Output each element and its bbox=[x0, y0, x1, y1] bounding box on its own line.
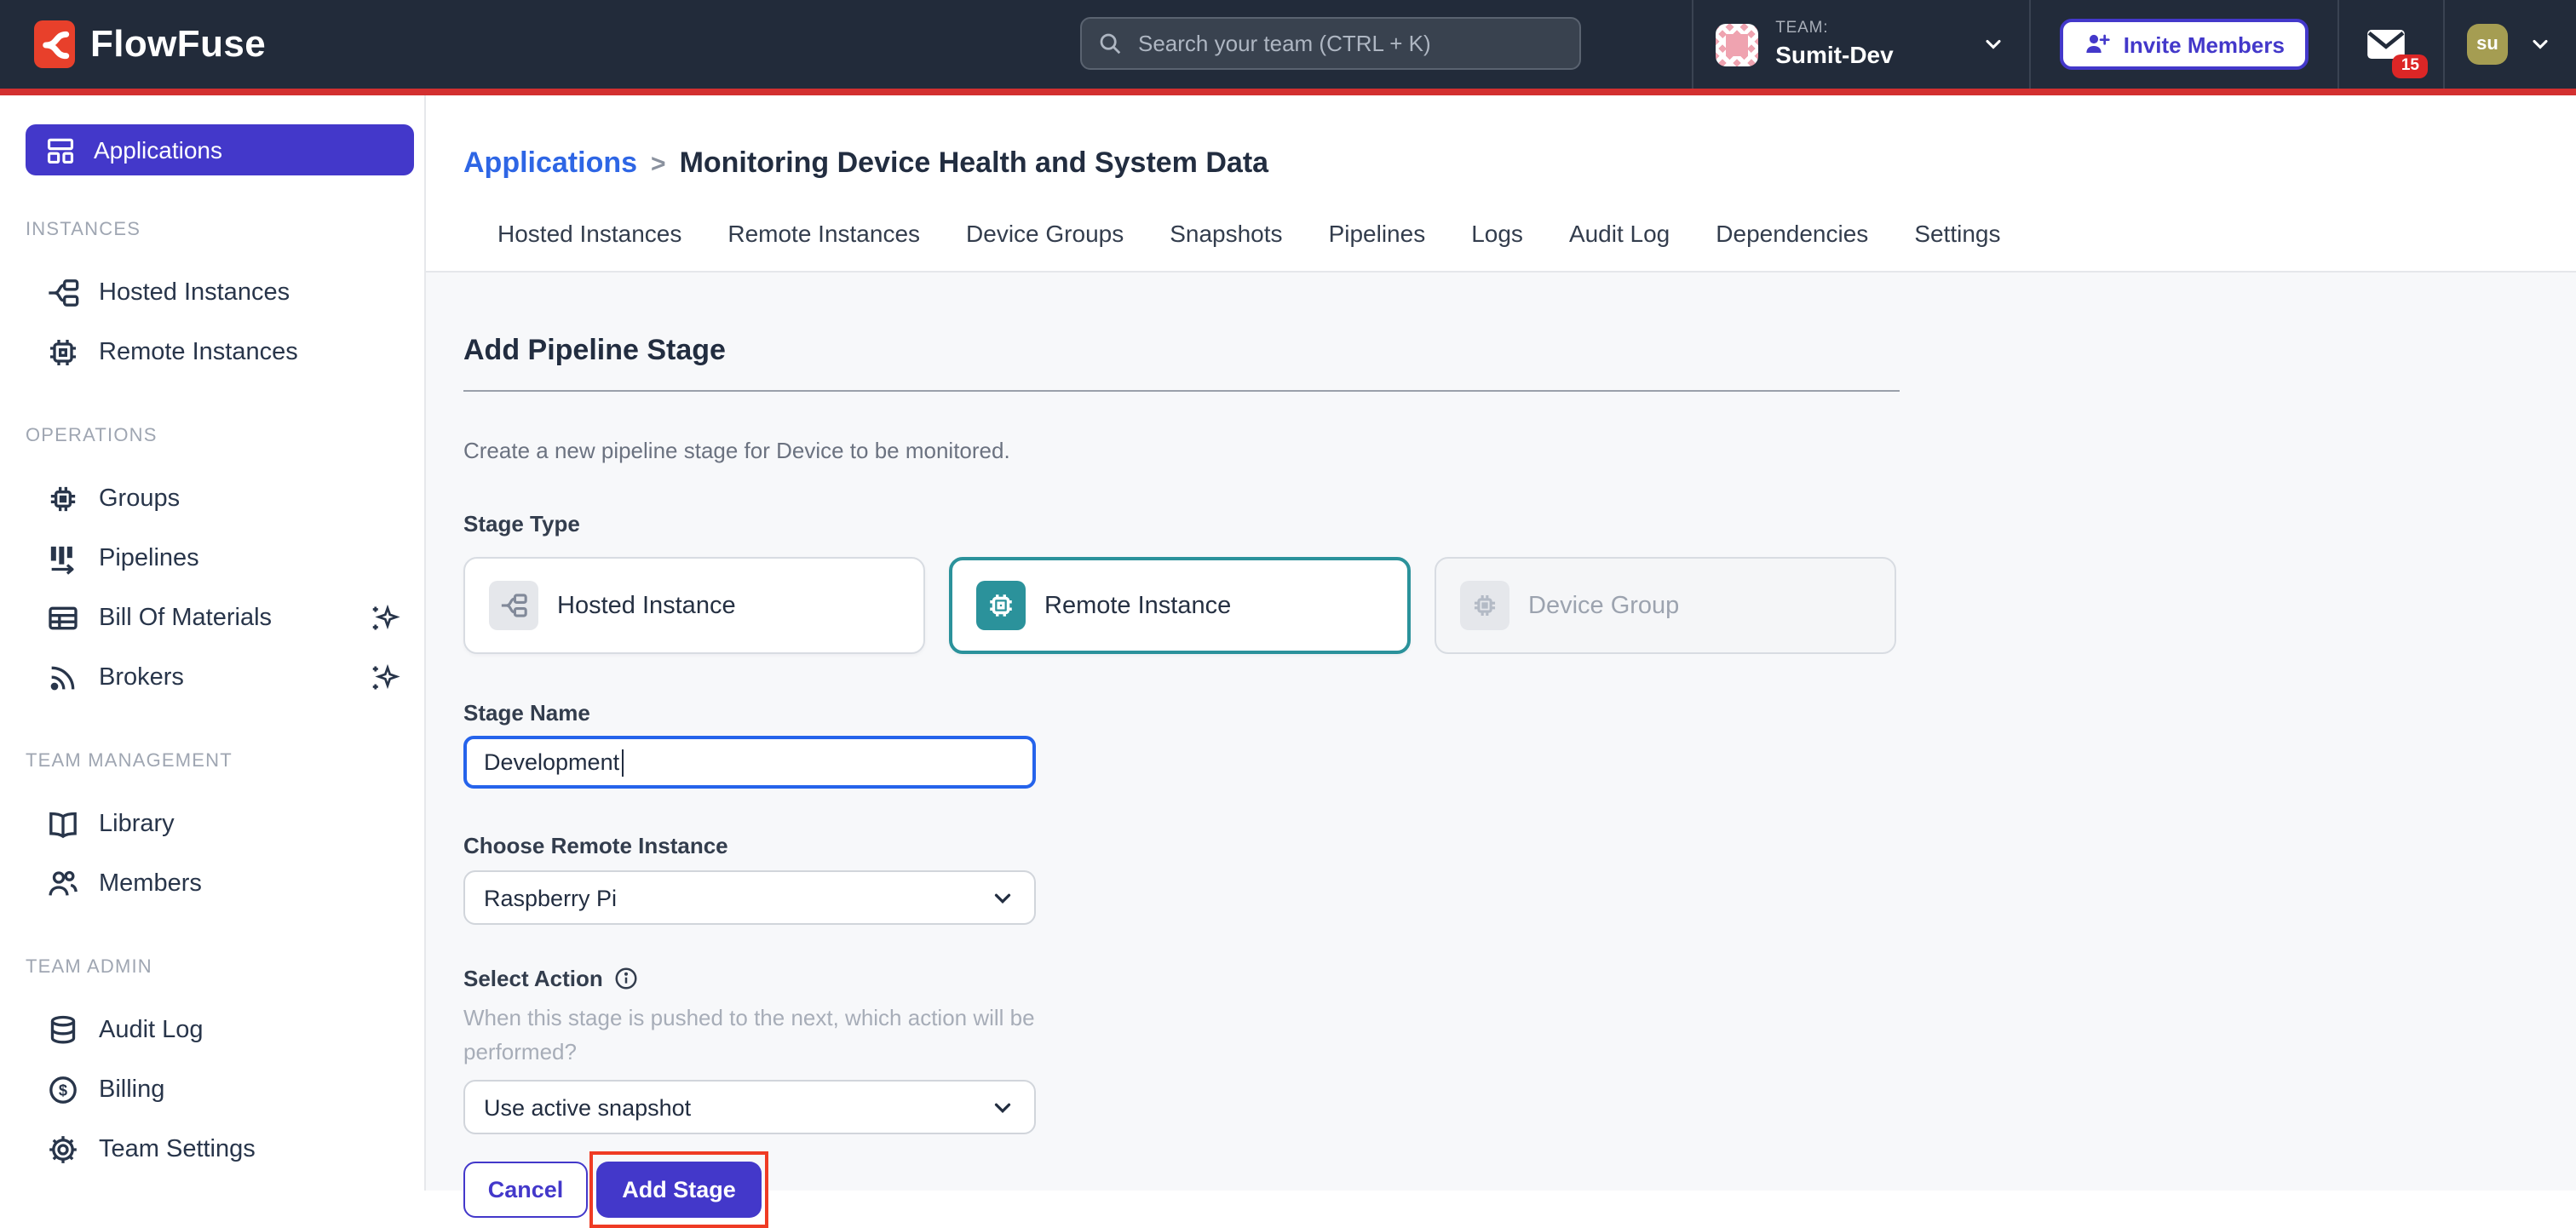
sidebar-item-team-settings[interactable]: Team Settings bbox=[0, 1121, 424, 1179]
tab-hosted-instances[interactable]: Hosted Instances bbox=[497, 220, 681, 267]
info-icon[interactable] bbox=[613, 966, 639, 991]
stage-type-label: Stage Type bbox=[463, 511, 2576, 537]
pipelines-icon bbox=[46, 542, 80, 576]
notifications-button[interactable]: 15 bbox=[2339, 0, 2443, 89]
action-select[interactable]: Use active snapshot bbox=[463, 1080, 1036, 1134]
bill-of-materials-icon bbox=[46, 601, 80, 635]
sidebar-item-billing[interactable]: $ Billing bbox=[0, 1061, 424, 1119]
svg-text:$: $ bbox=[59, 1082, 67, 1099]
billing-icon: $ bbox=[46, 1073, 80, 1107]
sidebar-section-operations: OPERATIONS bbox=[26, 426, 424, 446]
remote-instance-icon bbox=[976, 581, 1026, 630]
tab-settings[interactable]: Settings bbox=[1914, 220, 2000, 267]
stage-type-hosted-instance[interactable]: Hosted Instance bbox=[463, 557, 925, 654]
stage-type-options: Hosted Instance Remote Instance bbox=[463, 557, 2576, 654]
application-tabs: Hosted Instances Remote Instances Device… bbox=[497, 220, 2576, 267]
audit-log-icon bbox=[46, 1013, 80, 1047]
stage-name-input[interactable]: Development bbox=[463, 736, 1036, 789]
sidebar-item-remote-instances[interactable]: Remote Instances bbox=[0, 324, 424, 382]
tab-logs[interactable]: Logs bbox=[1471, 220, 1523, 267]
brokers-icon bbox=[46, 661, 80, 695]
text-cursor bbox=[621, 749, 624, 776]
members-icon bbox=[46, 867, 80, 901]
team-avatar bbox=[1716, 23, 1758, 66]
sidebar-item-bill-of-materials[interactable]: Bill Of Materials bbox=[0, 589, 424, 647]
user-menu[interactable]: su bbox=[2445, 0, 2576, 89]
sidebar-item-applications[interactable]: Applications bbox=[26, 124, 414, 175]
ai-sparkle-icon bbox=[370, 603, 400, 634]
page-title: Monitoring Device Health and System Data bbox=[680, 146, 1269, 181]
breadcrumb-applications-link[interactable]: Applications bbox=[463, 146, 637, 181]
sidebar-section-team-admin: TEAM ADMIN bbox=[26, 957, 424, 978]
library-icon bbox=[46, 807, 80, 841]
add-pipeline-stage-form: Add Pipeline Stage Create a new pipeline… bbox=[426, 273, 2576, 1218]
brand-name: FlowFuse bbox=[90, 22, 266, 66]
remote-instance-select[interactable]: Raspberry Pi bbox=[463, 870, 1036, 925]
team-switcher[interactable]: TEAM: Sumit-Dev bbox=[1693, 0, 2029, 89]
tab-snapshots[interactable]: Snapshots bbox=[1170, 220, 1282, 267]
sidebar-item-hosted-instances[interactable]: Hosted Instances bbox=[0, 264, 424, 322]
form-title: Add Pipeline Stage bbox=[463, 334, 2576, 368]
add-stage-button[interactable]: Add Stage bbox=[596, 1162, 762, 1218]
team-name: Sumit-Dev bbox=[1775, 42, 1893, 68]
page-header: Applications > Monitoring Device Health … bbox=[426, 95, 2576, 273]
gear-icon bbox=[46, 1133, 80, 1167]
stage-type-remote-instance[interactable]: Remote Instance bbox=[949, 557, 1411, 654]
search-input[interactable] bbox=[1135, 29, 1564, 58]
chevron-down-icon bbox=[990, 885, 1015, 910]
hosted-instances-icon bbox=[46, 276, 80, 310]
tab-device-groups[interactable]: Device Groups bbox=[966, 220, 1124, 267]
flowfuse-logo-icon bbox=[34, 20, 75, 68]
team-label: TEAM: bbox=[1775, 20, 1893, 38]
tab-pipelines[interactable]: Pipelines bbox=[1329, 220, 1426, 267]
header-right-cluster: TEAM: Sumit-Dev Inv bbox=[1692, 0, 2576, 89]
breadcrumb-chevron-icon: > bbox=[651, 149, 666, 178]
sidebar-item-pipelines[interactable]: Pipelines bbox=[0, 530, 424, 588]
chevron-down-icon bbox=[1982, 32, 2006, 56]
sidebar-section-instances: INSTANCES bbox=[26, 220, 424, 240]
chevron-down-icon bbox=[2528, 32, 2552, 56]
select-action-label: Select Action bbox=[463, 966, 2576, 991]
sidebar-item-library[interactable]: Library bbox=[0, 795, 424, 853]
choose-remote-instance-label: Choose Remote Instance bbox=[463, 833, 2576, 858]
chevron-down-icon bbox=[990, 1094, 1015, 1120]
hosted-instance-icon bbox=[489, 581, 538, 630]
form-actions: Cancel Add Stage bbox=[463, 1162, 2576, 1218]
tab-remote-instances[interactable]: Remote Instances bbox=[727, 220, 920, 267]
top-navbar: FlowFuse TEAM: Sumit-Dev bbox=[0, 0, 2576, 95]
main-content: Applications > Monitoring Device Health … bbox=[426, 95, 2576, 1191]
tab-audit-log[interactable]: Audit Log bbox=[1569, 220, 1670, 267]
select-action-help: When this stage is pushed to the next, w… bbox=[463, 1001, 1077, 1070]
breadcrumb: Applications > Monitoring Device Health … bbox=[463, 146, 2576, 181]
team-search[interactable] bbox=[1080, 17, 1581, 70]
form-description: Create a new pipeline stage for Device t… bbox=[463, 438, 2576, 463]
sidebar-item-audit-log[interactable]: Audit Log bbox=[0, 1001, 424, 1059]
remote-instances-icon bbox=[46, 336, 80, 370]
user-avatar: su bbox=[2467, 24, 2508, 65]
sidebar-item-members[interactable]: Members bbox=[0, 855, 424, 913]
sidebar-item-groups[interactable]: Groups bbox=[0, 470, 424, 528]
divider bbox=[463, 390, 1900, 392]
cancel-button[interactable]: Cancel bbox=[463, 1162, 588, 1218]
sidebar: Applications INSTANCES Hosted Instances bbox=[0, 95, 426, 1191]
sidebar-section-team-management: TEAM MANAGEMENT bbox=[26, 751, 424, 772]
applications-icon bbox=[44, 134, 77, 166]
invite-user-icon bbox=[2084, 31, 2112, 58]
search-icon bbox=[1097, 31, 1123, 56]
invite-members-button[interactable]: Invite Members bbox=[2061, 19, 2309, 70]
stage-type-device-group: Device Group bbox=[1435, 557, 1896, 654]
stage-name-label: Stage Name bbox=[463, 700, 2576, 726]
ai-sparkle-icon bbox=[370, 663, 400, 693]
app-window: FlowFuse TEAM: Sumit-Dev bbox=[0, 0, 2576, 1197]
notification-count-badge: 15 bbox=[2393, 54, 2428, 78]
sidebar-item-brokers[interactable]: Brokers bbox=[0, 649, 424, 707]
groups-icon bbox=[46, 482, 80, 516]
tab-dependencies[interactable]: Dependencies bbox=[1716, 220, 1868, 267]
flowfuse-logo[interactable]: FlowFuse bbox=[34, 20, 266, 68]
device-group-icon bbox=[1460, 581, 1509, 630]
